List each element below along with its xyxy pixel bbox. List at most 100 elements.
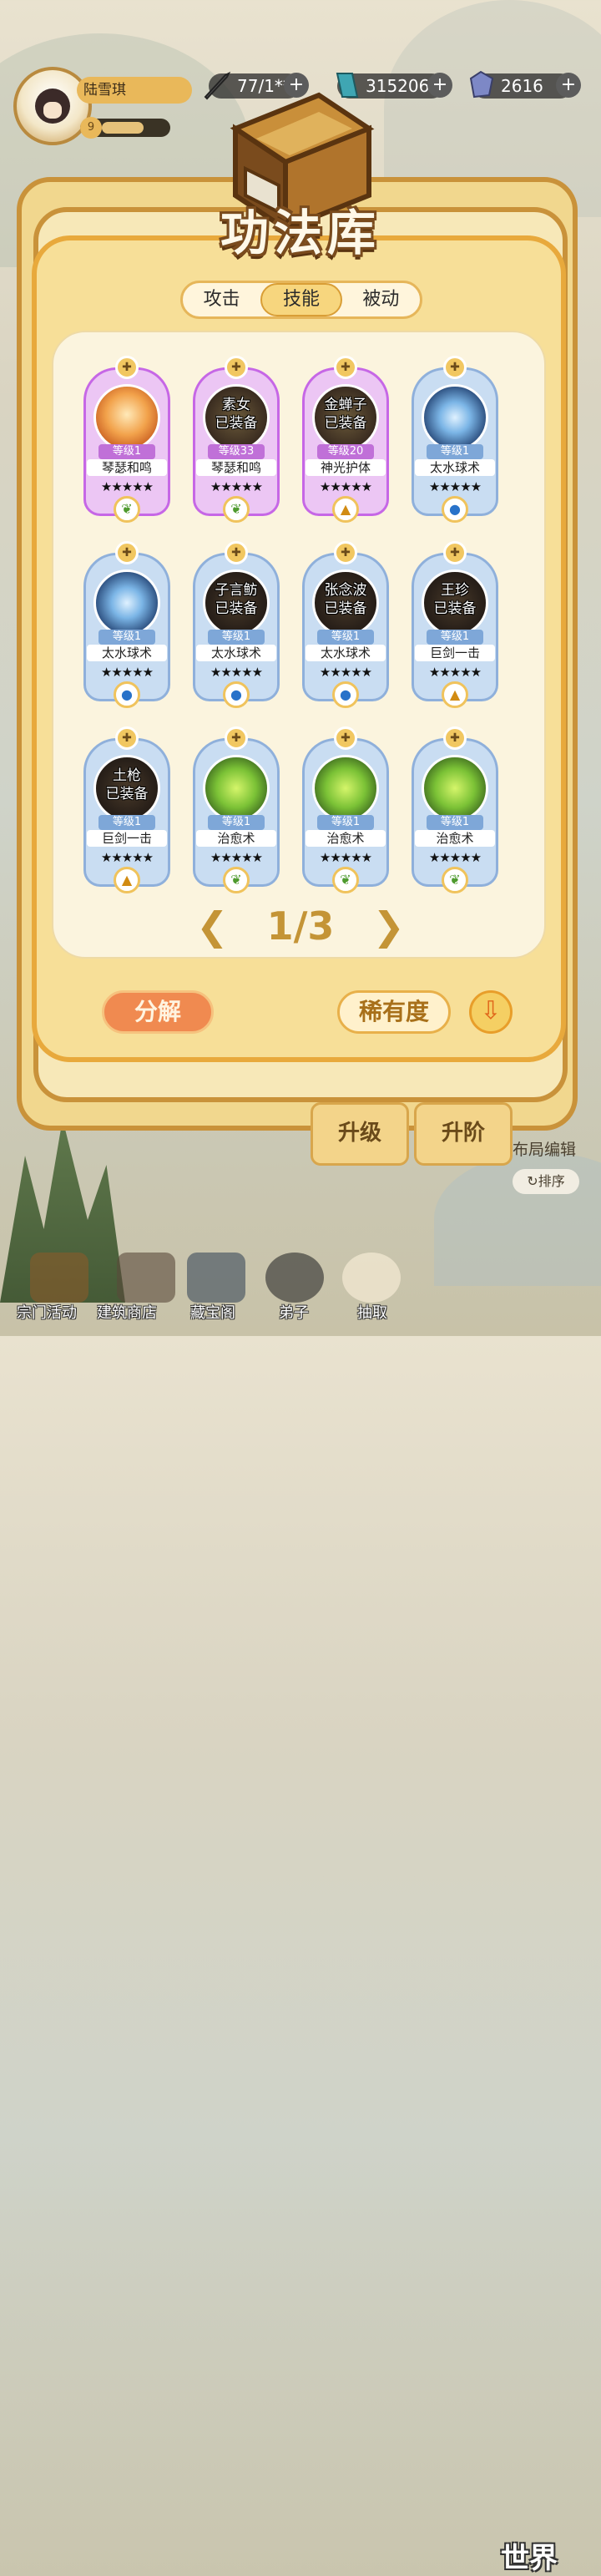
sort-link[interactable]: ↻排序: [513, 1169, 579, 1194]
skill-name: 太水球术: [306, 645, 386, 661]
player-level-bar: 9: [80, 117, 170, 139]
water-element-icon: ●: [114, 681, 140, 708]
equipped-by: 王珍: [441, 582, 469, 599]
equipped-by: 土枪: [113, 767, 141, 784]
pagination: ❮ 1/3 ❯: [0, 903, 601, 949]
decompose-button[interactable]: 分解: [102, 990, 214, 1034]
skill-level: 等级20: [317, 444, 374, 459]
add-crystal-button[interactable]: +: [427, 73, 452, 98]
add-gem-button[interactable]: +: [556, 73, 581, 98]
nav-building-shop[interactable]: 建筑商店: [97, 1301, 157, 1323]
upgrade-button[interactable]: 升级: [311, 1102, 409, 1166]
skill-name: 巨剑一击: [87, 830, 167, 847]
skill-card[interactable]: ✚ 素女 已装备 等级33 琴瑟和鸣 ★★★★★ ❦: [193, 356, 280, 523]
skill-card[interactable]: ✚ 等级1 太水球术 ★★★★★ ●: [83, 541, 170, 708]
equip-status: 已装备: [105, 786, 149, 802]
skill-stars: ★★★★★: [210, 850, 263, 865]
nav-treasure-pavilion[interactable]: 藏宝阁: [190, 1301, 235, 1323]
world-button[interactable]: 世界: [501, 2535, 558, 2576]
equipped-label: 素女 已装备: [193, 396, 280, 433]
skill-type-icon: ✚: [334, 726, 357, 750]
equip-status: 已装备: [215, 600, 258, 617]
skill-level: 等级1: [208, 815, 265, 830]
sect-activity-icon[interactable]: [30, 1253, 88, 1303]
skill-stars: ★★★★★: [100, 479, 154, 494]
skill-name: 琴瑟和鸣: [196, 459, 276, 476]
equipped-by: 张念波: [324, 582, 367, 599]
equipped-by: 子言鲂: [215, 582, 258, 599]
equip-status: 已装备: [215, 415, 258, 432]
equipped-by: 素女: [222, 397, 250, 413]
arrow-down-icon: ⇩: [480, 996, 502, 1025]
skill-level: 等级1: [98, 630, 155, 645]
skill-name: 神光护体: [306, 459, 386, 476]
building-shop-icon[interactable]: [117, 1253, 175, 1303]
equipped-label: 王珍 已装备: [412, 581, 498, 618]
skill-card[interactable]: ✚ 张念波 已装备 等级1 太水球术 ★★★★★ ●: [302, 541, 389, 708]
skill-card[interactable]: ✚ 金蝉子 已装备 等级20 神光护体 ★★★★★ ▲: [302, 356, 389, 523]
refresh-icon: ↻: [527, 1173, 538, 1189]
rarity-sort-button[interactable]: 稀有度: [337, 990, 451, 1034]
sort-order-button[interactable]: ⇩: [469, 990, 513, 1034]
skill-name: 治愈术: [415, 830, 495, 847]
skill-type-icon: ✚: [443, 726, 467, 750]
skill-name: 巨剑一击: [415, 645, 495, 661]
equipped-label: 金蝉子 已装备: [302, 396, 389, 433]
player-level-badge: 9: [80, 117, 102, 139]
skill-orb-icon: [312, 755, 379, 822]
skill-stars: ★★★★★: [210, 479, 263, 494]
skill-type-icon: ✚: [225, 541, 248, 564]
skill-stars: ★★★★★: [319, 850, 372, 865]
skill-card[interactable]: ✚ 王珍 已装备 等级1 巨剑一击 ★★★★★ ▲: [412, 541, 498, 708]
skill-name: 治愈术: [306, 830, 386, 847]
skill-type-icon: ✚: [115, 726, 139, 750]
layout-edit-link[interactable]: 布局编辑: [513, 1137, 576, 1160]
skill-stars: ★★★★★: [100, 850, 154, 865]
resource-gem: 2616 +: [469, 70, 581, 99]
skill-card[interactable]: ✚ 土枪 已装备 等级1 巨剑一击 ★★★★★ ▲: [83, 726, 170, 893]
skill-stars: ★★★★★: [100, 665, 154, 680]
wood-element-icon: ❦: [442, 867, 468, 893]
skill-level: 等级1: [427, 630, 483, 645]
skill-name: 太水球术: [196, 645, 276, 661]
skill-orb-icon: [93, 569, 160, 636]
skill-card[interactable]: ✚ 等级1 太水球术 ★★★★★ ●: [412, 356, 498, 523]
nav-sect-activity[interactable]: 宗门活动: [17, 1301, 77, 1323]
nav-disciple[interactable]: 弟子: [279, 1301, 309, 1323]
skill-level: 等级1: [98, 815, 155, 830]
skill-orb-icon: [203, 755, 270, 822]
skill-type-icon: ✚: [443, 541, 467, 564]
prev-page-button[interactable]: ❮: [196, 903, 229, 949]
tab-attack[interactable]: 攻击: [183, 283, 260, 316]
skill-card[interactable]: ✚ 等级1 治愈术 ★★★★★ ❦: [412, 726, 498, 893]
draw-icon[interactable]: [342, 1253, 401, 1303]
skill-name: 治愈术: [196, 830, 276, 847]
treasure-pavilion-icon[interactable]: [187, 1253, 245, 1303]
page-indicator: 1/3: [266, 903, 335, 949]
player-avatar[interactable]: [13, 67, 92, 145]
tab-passive[interactable]: 被动: [342, 283, 420, 316]
next-page-button[interactable]: ❯: [372, 903, 405, 949]
equipped-label: 子言鲂 已装备: [193, 581, 280, 618]
player-level-fill: [102, 122, 144, 134]
skill-card[interactable]: ✚ 等级1 琴瑟和鸣 ★★★★★ ❦: [83, 356, 170, 523]
skill-card[interactable]: ✚ 子言鲂 已装备 等级1 太水球术 ★★★★★ ●: [193, 541, 280, 708]
nav-draw[interactable]: 抽取: [357, 1301, 387, 1323]
skill-level: 等级1: [317, 630, 374, 645]
equipped-label: 土枪 已装备: [83, 767, 170, 803]
skill-card[interactable]: ✚ 等级1 治愈术 ★★★★★ ❦: [193, 726, 280, 893]
skill-type-icon: ✚: [443, 356, 467, 379]
skill-orb-icon: [422, 755, 488, 822]
skill-stars: ★★★★★: [319, 665, 372, 680]
skill-card[interactable]: ✚ 等级1 治愈术 ★★★★★ ❦: [302, 726, 389, 893]
water-element-icon: ●: [442, 496, 468, 523]
wood-element-icon: ❦: [114, 496, 140, 523]
gem-icon: [464, 68, 497, 102]
skill-type-icon: ✚: [334, 541, 357, 564]
panel-title: 功法库: [220, 205, 381, 261]
disciple-icon[interactable]: [265, 1253, 324, 1303]
gold-element-icon: ▲: [442, 681, 468, 708]
advance-button[interactable]: 升阶: [414, 1102, 513, 1166]
tab-skill[interactable]: 技能: [260, 283, 342, 316]
skill-name: 太水球术: [415, 459, 495, 476]
